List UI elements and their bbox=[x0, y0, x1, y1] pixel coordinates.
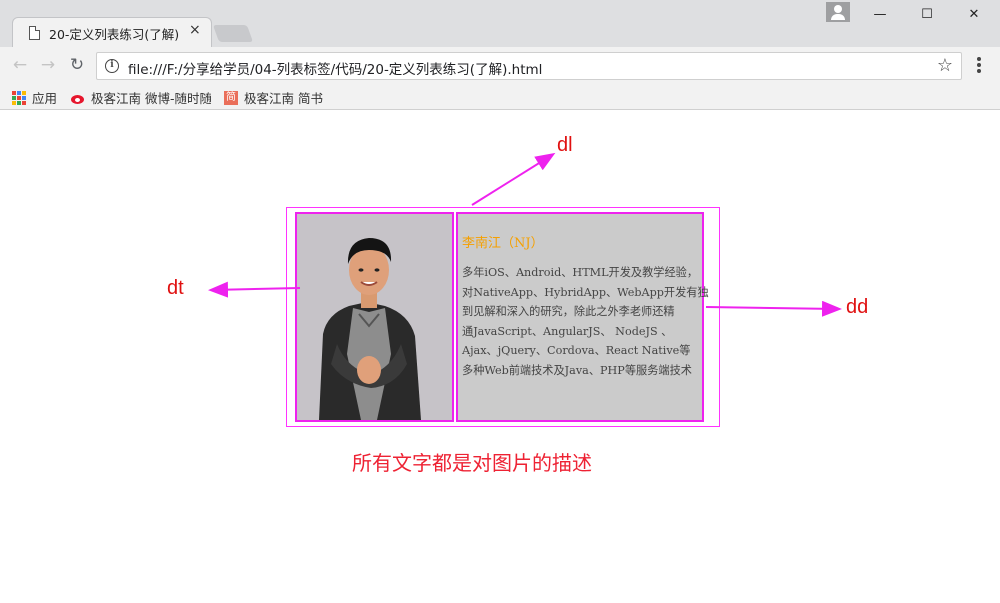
dd-annotation-label: dd bbox=[846, 296, 869, 318]
apps-grid-icon bbox=[12, 90, 26, 105]
dt-annotation-label: dt bbox=[167, 277, 184, 299]
tab-current[interactable]: 20-定义列表练习(了解) × bbox=[12, 17, 212, 48]
profile-icon[interactable] bbox=[826, 2, 850, 22]
bookmark-label: 极客江南 简书 bbox=[244, 91, 323, 106]
new-tab-button[interactable] bbox=[212, 25, 254, 42]
address-bar[interactable]: i file:///F:/分享给学员/04-列表标签/代码/20-定义列表练习(… bbox=[96, 52, 962, 80]
dt-arrow bbox=[208, 281, 301, 298]
close-window-button[interactable]: ✕ bbox=[960, 4, 988, 26]
reload-button[interactable]: ↻ bbox=[66, 54, 88, 76]
dd-arrow bbox=[705, 300, 842, 317]
dl-annotation-label: dl bbox=[557, 134, 573, 156]
annotation-arrows bbox=[208, 152, 842, 317]
tab-close-button[interactable]: × bbox=[189, 22, 201, 38]
maximize-button[interactable]: ☐ bbox=[913, 4, 941, 26]
forward-button[interactable]: → bbox=[37, 54, 59, 76]
bookmarks-bar: 应用 极客江南 微博-随时随 简 极客江南 简书 bbox=[0, 84, 1000, 110]
caption-text: 所有文字都是对图片的描述 bbox=[352, 451, 592, 475]
bookmark-label: 应用 bbox=[32, 91, 58, 106]
document-icon bbox=[29, 26, 40, 40]
back-button[interactable]: ← bbox=[9, 54, 31, 76]
bookmark-weibo[interactable]: 极客江南 微博-随时随 bbox=[70, 88, 211, 107]
info-icon[interactable]: i bbox=[105, 59, 119, 73]
tab-title: 20-定义列表练习(了解) bbox=[49, 27, 180, 42]
toolbar: ← → ↻ i file:///F:/分享给学员/04-列表标签/代码/20-定… bbox=[0, 47, 1000, 84]
browser-chrome: 20-定义列表练习(了解) × — ☐ ✕ ← → ↻ i file:///F:… bbox=[0, 0, 1000, 110]
weibo-icon bbox=[70, 91, 86, 105]
bookmark-label: 极客江南 微博-随时随 bbox=[91, 91, 211, 106]
jianshu-icon: 简 bbox=[224, 90, 238, 105]
tab-strip: 20-定义列表练习(了解) × — ☐ ✕ bbox=[0, 0, 1000, 48]
url-text[interactable]: file:///F:/分享给学员/04-列表标签/代码/20-定义列表练习(了解… bbox=[128, 58, 542, 78]
bookmark-jianshu[interactable]: 简 极客江南 简书 bbox=[224, 88, 323, 107]
page-content: 李南江（NJ） 多年iOS、Android、HTML开发及教学经验， 对Nati… bbox=[0, 110, 1000, 603]
menu-kebab-icon[interactable] bbox=[974, 56, 984, 76]
minimize-button[interactable]: — bbox=[866, 4, 894, 26]
dl-arrow bbox=[471, 152, 556, 206]
bookmark-apps[interactable]: 应用 bbox=[12, 88, 57, 107]
bookmark-star-icon[interactable]: ☆ bbox=[937, 55, 953, 76]
